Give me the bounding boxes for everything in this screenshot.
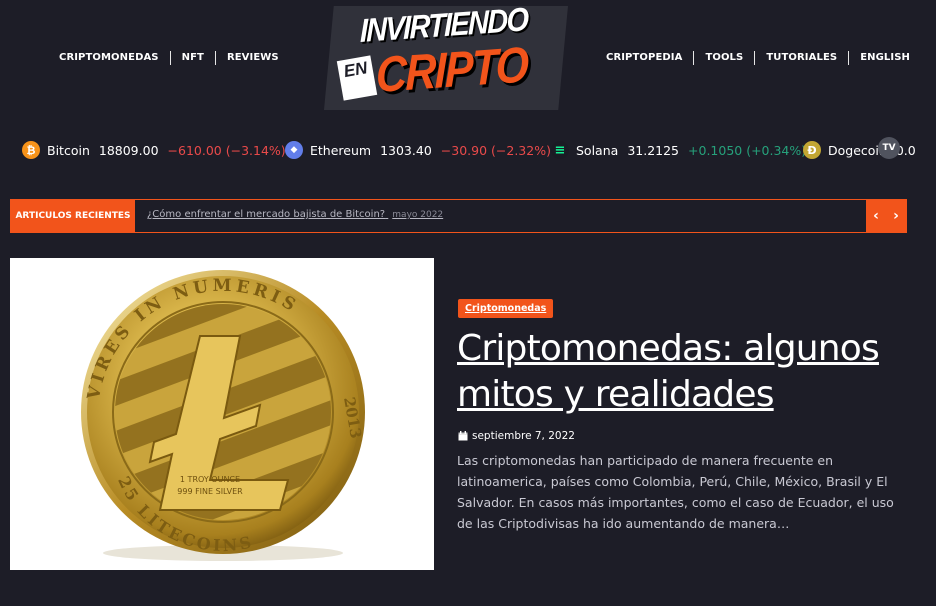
- recent-articles-bar: ARTICULOS RECIENTES ¿Cómo enfrentar el m…: [10, 199, 907, 233]
- recent-article-link[interactable]: ¿Cómo enfrentar el mercado bajista de Bi…: [147, 209, 443, 220]
- nav-criptopedia[interactable]: CRIPTOPEDIA: [606, 51, 693, 65]
- recent-article-headline: ¿Cómo enfrentar el mercado bajista de Bi…: [147, 209, 386, 220]
- article-excerpt: Las criptomonedas han participado de man…: [457, 453, 894, 531]
- article-date: septiembre 7, 2022: [458, 430, 575, 442]
- chevron-left-icon: ‹: [873, 208, 879, 224]
- nav-tools[interactable]: TOOLS: [693, 51, 754, 65]
- nav-reviews[interactable]: REVIEWS: [214, 51, 290, 65]
- ticker-item-ethereum[interactable]: ◆ Ethereum 1303.40 −30.90 (−2.32%): [285, 141, 551, 159]
- coin-price: 18809.00: [98, 142, 159, 158]
- ticker-item-dogecoin[interactable]: Đ Dogecoin 0.0: [803, 141, 925, 159]
- crypto-price-ticker[interactable]: ₿ Bitcoin 18809.00 −610.00 (−3.14%) ◆ Et…: [0, 133, 936, 169]
- coin-name: Ethereum: [310, 142, 372, 158]
- primary-nav-left: CRIPTOMONEDAS NFT REVIEWS: [59, 51, 290, 65]
- article-date-text: septiembre 7, 2022: [472, 430, 575, 442]
- featured-article-image[interactable]: VIRES IN NUMERIS 2013 25 LITECOINS 1 TRO…: [10, 258, 434, 570]
- article-title[interactable]: Criptomonedas: algunos mitos y realidade…: [457, 326, 917, 418]
- coin-change: +0.1050 (+0.34%): [688, 142, 807, 158]
- coin-change: −30.90 (−2.32%): [440, 142, 551, 158]
- ticker-item-bitcoin[interactable]: ₿ Bitcoin 18809.00 −610.00 (−3.14%): [22, 141, 286, 159]
- calendar-icon: [458, 431, 468, 441]
- nav-criptomonedas[interactable]: CRIPTOMONEDAS: [59, 51, 170, 65]
- coin-price: 31.2125: [627, 142, 680, 158]
- recent-articles-label: ARTICULOS RECIENTES: [11, 200, 135, 232]
- site-header: CRIPTOMONEDAS NFT REVIEWS INVIRTIENDO EN…: [0, 0, 936, 118]
- coin-change: −610.00 (−3.14%): [167, 142, 286, 158]
- dogecoin-icon: Đ: [803, 141, 821, 159]
- ticker-item-solana[interactable]: ≡ Solana 31.2125 +0.1050 (+0.34%): [551, 141, 806, 159]
- prev-article-button[interactable]: ‹: [866, 200, 886, 232]
- ethereum-icon: ◆: [285, 141, 303, 159]
- coin-center-text-1: 1 TROY OUNCE: [180, 475, 240, 484]
- nav-nft[interactable]: NFT: [169, 51, 215, 65]
- primary-nav-right: CRIPTOPEDIA TOOLS TUTORIALES ENGLISH: [606, 51, 921, 65]
- nav-english[interactable]: ENGLISH: [848, 51, 921, 65]
- recent-article-date: mayo 2022: [392, 210, 444, 220]
- logo-line-2: CRIPTO: [376, 36, 528, 103]
- bitcoin-icon: ₿: [22, 141, 40, 159]
- coin-center-text-2: 999 FINE SILVER: [177, 487, 243, 496]
- solana-icon: ≡: [551, 141, 569, 159]
- logo-en-box: EN: [336, 55, 378, 101]
- litecoin-coin-image: VIRES IN NUMERIS 2013 25 LITECOINS 1 TRO…: [81, 270, 365, 561]
- chevron-right-icon: ›: [893, 208, 899, 224]
- site-logo[interactable]: INVIRTIENDO EN CRIPTO: [324, 0, 568, 110]
- next-article-button[interactable]: ›: [886, 200, 906, 232]
- coin-name: Solana: [576, 142, 619, 158]
- nav-tutoriales[interactable]: TUTORIALES: [754, 51, 848, 65]
- coin-price: 1303.40: [380, 142, 432, 158]
- tradingview-icon[interactable]: TV: [878, 137, 900, 159]
- coin-name: Bitcoin: [47, 142, 90, 158]
- category-badge[interactable]: Criptomonedas: [458, 299, 554, 318]
